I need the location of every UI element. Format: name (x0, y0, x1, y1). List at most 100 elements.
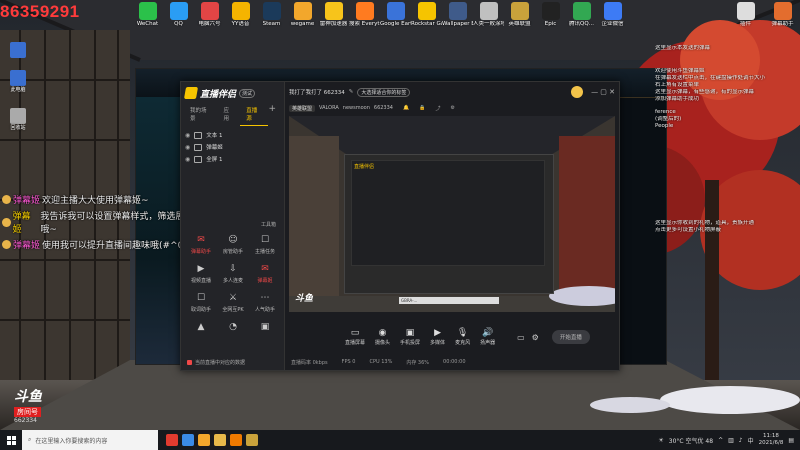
desktop-icon[interactable]: Wallpaper Engine... (442, 2, 473, 27)
control-icon: ▶ (434, 328, 442, 338)
capture-control[interactable]: ◉ 摄像头 (375, 328, 390, 346)
capture-control[interactable]: ▭ 直播屏幕 (345, 328, 365, 346)
desktop-icon[interactable]: 搜索 Everything (349, 2, 380, 27)
live-preview[interactable]: 直播伴侣 斗鱼 GBRA-... (289, 116, 615, 312)
desktop-icon[interactable]: QQ (163, 2, 194, 27)
user-avatar[interactable] (571, 86, 584, 98)
weather-icon[interactable]: ☀ (658, 437, 663, 444)
desktop-icon[interactable]: 电脑六号 (194, 2, 225, 27)
toolbox-item[interactable]: ⇩ 多人连麦 (217, 263, 249, 284)
tab-sources[interactable]: 直播源 (240, 106, 269, 126)
desktop-icon[interactable]: YY语音 (225, 2, 256, 27)
share-icon[interactable]: ⤴ (435, 105, 440, 112)
bell-icon[interactable]: 🔔 (403, 105, 409, 111)
desktop-icon[interactable]: Google Earth Pro (380, 2, 411, 27)
lock-icon[interactable]: 🔒 (419, 105, 425, 111)
camera-icon[interactable]: ▭ (517, 333, 525, 342)
toolbox-item[interactable]: ▣ (249, 321, 281, 335)
desktop-icon[interactable]: Steam (256, 2, 287, 27)
streaming-companion-window[interactable]: 直播伴侣 测试 我的场景 应用 直播源 + ◉ 文本 1 ◉ 弹幕姬 ◉ 全屏 (180, 81, 620, 371)
danmu-line: 这里显示你收到的礼物，道具，贵族开通 (655, 220, 755, 226)
toolbox-item[interactable]: ☺ 房管助手 (217, 234, 249, 255)
desktop-icon[interactable]: Rockstar Games... (411, 2, 442, 27)
lol-icon[interactable] (246, 434, 258, 446)
toolbox-item[interactable]: ▶ 视频直播 (185, 263, 217, 284)
capture-control[interactable]: ▣ 手机投屏 (400, 328, 420, 346)
network-icon[interactable]: ▥ (728, 437, 734, 444)
tab-apps[interactable]: 应用 (218, 106, 241, 126)
eye-icon[interactable]: ◉ (185, 156, 190, 163)
volume-icon[interactable]: ♪ (739, 437, 743, 444)
taskbar-search[interactable]: ⌕ 在这里输入你要搜索的内容 (22, 430, 158, 450)
status-item: CPU 13% (369, 359, 393, 365)
chat-line: 弹幕姬 使用我可以提升直播间趣味哦(#^0^#) (2, 238, 202, 251)
desktop-icon[interactable]: Epic (535, 2, 566, 27)
weather-text[interactable]: 30°C 空气优 48 (669, 436, 713, 445)
category-chip[interactable]: 英雄联盟 (289, 104, 316, 112)
gear-icon[interactable]: ⚙ (532, 333, 539, 342)
taskbar-app-icon[interactable] (166, 434, 178, 446)
source-item[interactable]: ◉ 文本 1 (181, 129, 284, 141)
app-icon (448, 2, 467, 20)
lock-icon[interactable] (194, 131, 203, 139)
desktop-icon-recycle-bin[interactable]: 回收站 (4, 108, 32, 131)
danmu-line: People (655, 123, 674, 129)
toolbox-item[interactable]: ✉ 弹幕助手 (185, 234, 217, 255)
capture-control[interactable]: 🔊 扬声器 (480, 328, 495, 346)
folder-icon[interactable] (214, 434, 226, 446)
desktop-icon[interactable]: 弹幕助手 (767, 2, 798, 27)
eye-icon[interactable]: ◉ (185, 132, 190, 139)
source-item[interactable]: ◉ 弹幕姬 (181, 141, 284, 153)
taskbar-apps (166, 434, 258, 446)
capture-control[interactable]: ▶ 多媒体 (430, 328, 445, 346)
start-button[interactable] (0, 435, 22, 445)
toolbox-item[interactable]: ☐ 主播任务 (249, 234, 281, 255)
settings-icon[interactable]: ⚙ (450, 105, 454, 111)
desktop-icon-this-pc[interactable]: 此电脑 (4, 70, 32, 93)
control-icon: ▭ (350, 328, 360, 338)
add-source-button[interactable]: + (268, 104, 276, 126)
desktop-icon[interactable]: 腾讯QQ... (566, 2, 597, 27)
toolbox-item[interactable]: ▲ (185, 321, 217, 335)
room-title[interactable]: 我打了我打了 662334 (289, 88, 345, 96)
desktop-icon[interactable]: 插件 (730, 2, 761, 27)
tray-arrow-icon[interactable]: ^ (718, 437, 723, 444)
danmu-line: 欢迎使用斗鱼弹幕姬 (655, 68, 705, 74)
sidebar-footer[interactable]: 当前直播中对应的数据 (187, 359, 245, 366)
notification-icon[interactable]: ▤ (788, 437, 794, 444)
desktop-icon[interactable]: wegame (287, 2, 318, 27)
tab-my-scenes[interactable]: 我的场景 (184, 106, 218, 126)
desktop-icon[interactable]: 企业微信 (597, 2, 628, 27)
douyu-icon[interactable] (230, 434, 242, 446)
toolbox-item[interactable]: ◔ (217, 321, 249, 335)
nested-preview: 直播伴侣 (344, 154, 554, 294)
desktop-icon[interactable]: 人类一败涂地 Human Fa... (473, 2, 504, 27)
lock-icon[interactable] (194, 143, 203, 151)
folder-icon (10, 42, 26, 58)
desktop-icon[interactable]: 雷神加速器 (318, 2, 349, 27)
source-item[interactable]: ◉ 全屏 1 (181, 153, 284, 165)
start-live-button[interactable]: 开始直播 (551, 330, 590, 344)
app-icon (200, 2, 219, 20)
danmu-right-panel: 这里显示本发送的弹幕 欢迎使用斗鱼弹幕姬 在弹幕发送栏中点击，在键盘操作处调节大小右… (655, 45, 795, 234)
clock[interactable]: 11:18 2021/6/8 (759, 433, 784, 447)
tag-chip[interactable]: 大选择适合你的标签 (357, 87, 411, 97)
status-bar: 直播码率 0kbps FPS 0 CPU 13% 内存 36% 00:00:00 (285, 356, 619, 368)
lock-icon[interactable] (194, 155, 203, 163)
taskbar-app-icon[interactable] (198, 434, 210, 446)
desktop-icon[interactable]: 英雄联盟 (504, 2, 535, 27)
computer-icon (10, 70, 26, 86)
toolbox-item[interactable]: ⋯ 人气助手 (249, 292, 281, 313)
capture-controls: ▭ 直播屏幕 ◉ 摄像头 ▣ 手机投屏 ▶ 多媒体 🎙 麦克风 🔊 扬声器 ▭ ⚙ 开始直播 (285, 322, 619, 352)
window-controls[interactable]: — ▢ ✕ (591, 88, 615, 96)
eye-icon[interactable]: ◉ (185, 144, 190, 151)
desktop-icon[interactable]: WeChat (132, 2, 163, 27)
toolbox-item[interactable]: ✉ 弹幕姬 (249, 263, 281, 284)
toolbox-item[interactable]: ⚔ 全网互PK (217, 292, 249, 313)
desktop-icon-left-1[interactable] (4, 42, 32, 58)
edit-icon[interactable]: ✎ (349, 89, 354, 95)
ime-icon[interactable]: 中 (748, 436, 754, 445)
capture-control[interactable]: 🎙 麦克风 (455, 328, 470, 346)
toolbox-item[interactable]: ☐ 取词助手 (185, 292, 217, 313)
chrome-icon[interactable] (182, 434, 194, 446)
